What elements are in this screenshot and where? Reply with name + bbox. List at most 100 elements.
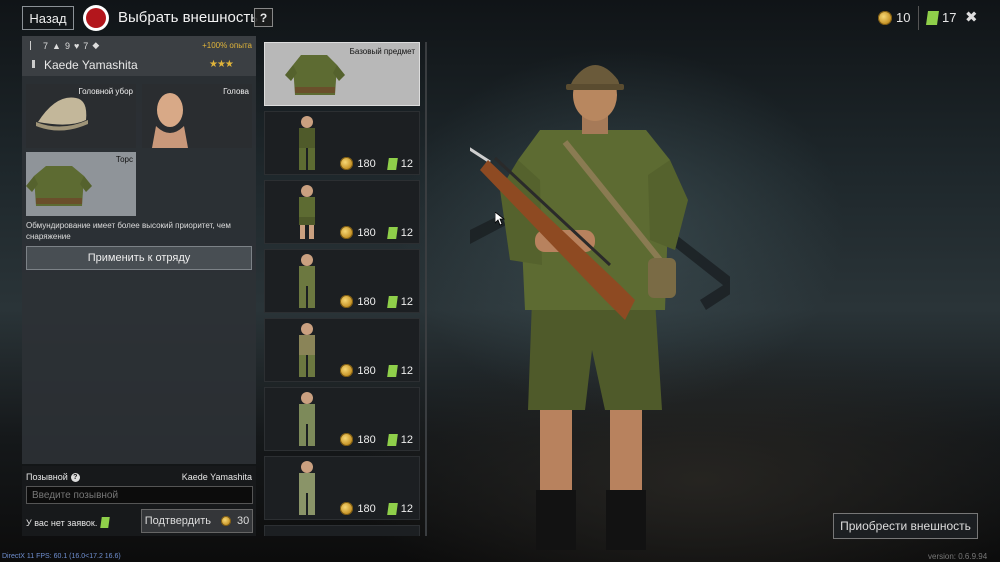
uniform-icon [299, 461, 315, 515]
uniform-icon [299, 392, 315, 446]
ticket-icon [100, 517, 111, 528]
stat-health: 9 [64, 40, 70, 51]
gold-coin-icon [340, 226, 354, 239]
uniform-icon [299, 185, 315, 239]
record-icon [83, 5, 109, 31]
appearance-panel: 7 ▲ 9 ♥ 7 ◆ +100% опыта Kaede Yamashita … [22, 36, 256, 464]
close-icon[interactable]: ✖ [965, 8, 978, 26]
version-text: version: 0.6.9.94 [928, 552, 988, 561]
ticket-icon [386, 157, 398, 170]
gold-price: 180 [357, 295, 376, 308]
gold-coin-icon [340, 433, 354, 446]
ticket-icon [926, 10, 939, 25]
divider [918, 6, 919, 30]
perk-icon: ◆ [92, 40, 100, 50]
gold-coin-icon [340, 157, 354, 170]
ticket-icon [386, 433, 398, 446]
soldier-preview [470, 65, 730, 550]
ticket-price: 12 [400, 157, 413, 170]
ticket-price: 12 [400, 502, 413, 515]
gold-coin-icon [340, 295, 354, 308]
uniform-icon [299, 323, 315, 377]
slot-headgear[interactable]: Головной убор [26, 84, 136, 148]
ticket-icon [386, 226, 398, 239]
ticket-price: 12 [400, 364, 413, 377]
page-title: Выбрать внешность [118, 9, 259, 26]
back-button[interactable]: Назад [22, 6, 74, 30]
person-icon: ▲ [52, 40, 61, 51]
uniform-icon [299, 254, 315, 308]
heart-icon: ♥ [73, 40, 80, 51]
item-price: 180 12 [340, 295, 413, 308]
gold-balance: 10 [878, 10, 910, 25]
slot-torso[interactable]: Торс [26, 152, 136, 216]
stat-perks: 7 [83, 40, 89, 51]
ticket-balance: 17 [926, 10, 957, 25]
ticket-icon [386, 364, 398, 377]
callsign-input[interactable] [26, 486, 253, 504]
gold-amount: 10 [896, 10, 911, 25]
stat-rank: 7 [43, 40, 49, 51]
item-card[interactable]: 180 12 [264, 387, 420, 451]
top-bar: Назад Выбрать внешность ? 10 17 ✖ [0, 0, 1000, 36]
no-requests-text: У вас нет заявок. [26, 517, 98, 528]
gold-price: 180 [357, 433, 376, 446]
item-card[interactable]: 180 12 [264, 456, 420, 520]
appearance-items-list: Базовый предмет 180 12 180 12 180 12 180… [260, 40, 426, 536]
item-label: Базовый предмет [349, 47, 415, 56]
soldier-name: Kaede Yamashita [44, 58, 138, 72]
item-price: 180 12 [340, 157, 413, 170]
confirm-label: Подтвердить [144, 515, 212, 527]
item-card[interactable]: 180 12 [264, 249, 420, 313]
slot-label: Голова [223, 87, 249, 96]
confirm-callsign-button[interactable]: Подтвердить 30 [141, 509, 253, 533]
gold-price: 180 [357, 502, 376, 515]
rank-bar-icon [30, 41, 31, 50]
ticket-price: 12 [400, 295, 413, 308]
soldier-info: 7 ▲ 9 ♥ 7 ◆ +100% опыта Kaede Yamashita … [22, 36, 256, 76]
ticket-amount: 17 [942, 10, 957, 25]
ticket-price: 12 [400, 226, 413, 239]
gold-coin-icon [878, 10, 892, 25]
slot-head[interactable]: Голова [142, 84, 252, 148]
item-price: 180 12 [340, 502, 413, 515]
gold-price: 180 [357, 226, 376, 239]
callsign-label-row: Позывной ? [26, 472, 80, 482]
uniform-icon [299, 116, 315, 170]
soldier-class-icon [32, 60, 35, 68]
xp-bonus: +100% опыта [202, 41, 252, 50]
callsign-soldier-name: Kaede Yamashita [181, 472, 252, 482]
gold-coin-icon [340, 502, 354, 515]
soldier-stars: ★★★ [209, 59, 234, 70]
buy-appearance-button[interactable]: Приобрести внешность [833, 513, 978, 539]
priority-note: Обмундирование имеет более высокий приор… [26, 221, 231, 241]
items-scrollbar[interactable] [425, 42, 427, 536]
apply-to-squad-button[interactable]: Применить к отряду [26, 246, 252, 270]
ticket-icon [386, 502, 398, 515]
ticket-price: 12 [400, 433, 413, 446]
torso-icon [285, 55, 345, 95]
gold-price: 180 [357, 157, 376, 170]
item-price: 180 12 [340, 364, 413, 377]
ticket-icon [386, 295, 398, 308]
debug-fps-text: DirectX 11 FPS: 60.1 (16.0<17.2 16.6) [2, 553, 121, 560]
cursor-icon [495, 212, 505, 226]
item-card[interactable]: 180 12 [264, 318, 420, 382]
gold-coin-icon [340, 364, 354, 377]
question-icon[interactable]: ? [70, 472, 80, 482]
slot-label: Головной убор [78, 87, 133, 96]
item-card-partial[interactable] [264, 525, 420, 536]
confirm-price: 30 [237, 515, 250, 527]
callsign-panel: Позывной ? Kaede Yamashita У вас нет зая… [22, 466, 256, 536]
gold-coin-icon [221, 516, 232, 526]
slot-label: Торс [115, 155, 133, 164]
item-card[interactable]: 180 12 [264, 111, 420, 175]
help-button[interactable]: ? [254, 8, 273, 27]
requests-status: У вас нет заявок. [26, 517, 113, 528]
item-price: 180 12 [340, 433, 413, 446]
callsign-label: Позывной [26, 472, 68, 482]
item-card[interactable]: 180 12 [264, 180, 420, 244]
item-card-base[interactable]: Базовый предмет [264, 42, 420, 106]
item-price: 180 12 [340, 226, 413, 239]
gold-price: 180 [357, 364, 376, 377]
